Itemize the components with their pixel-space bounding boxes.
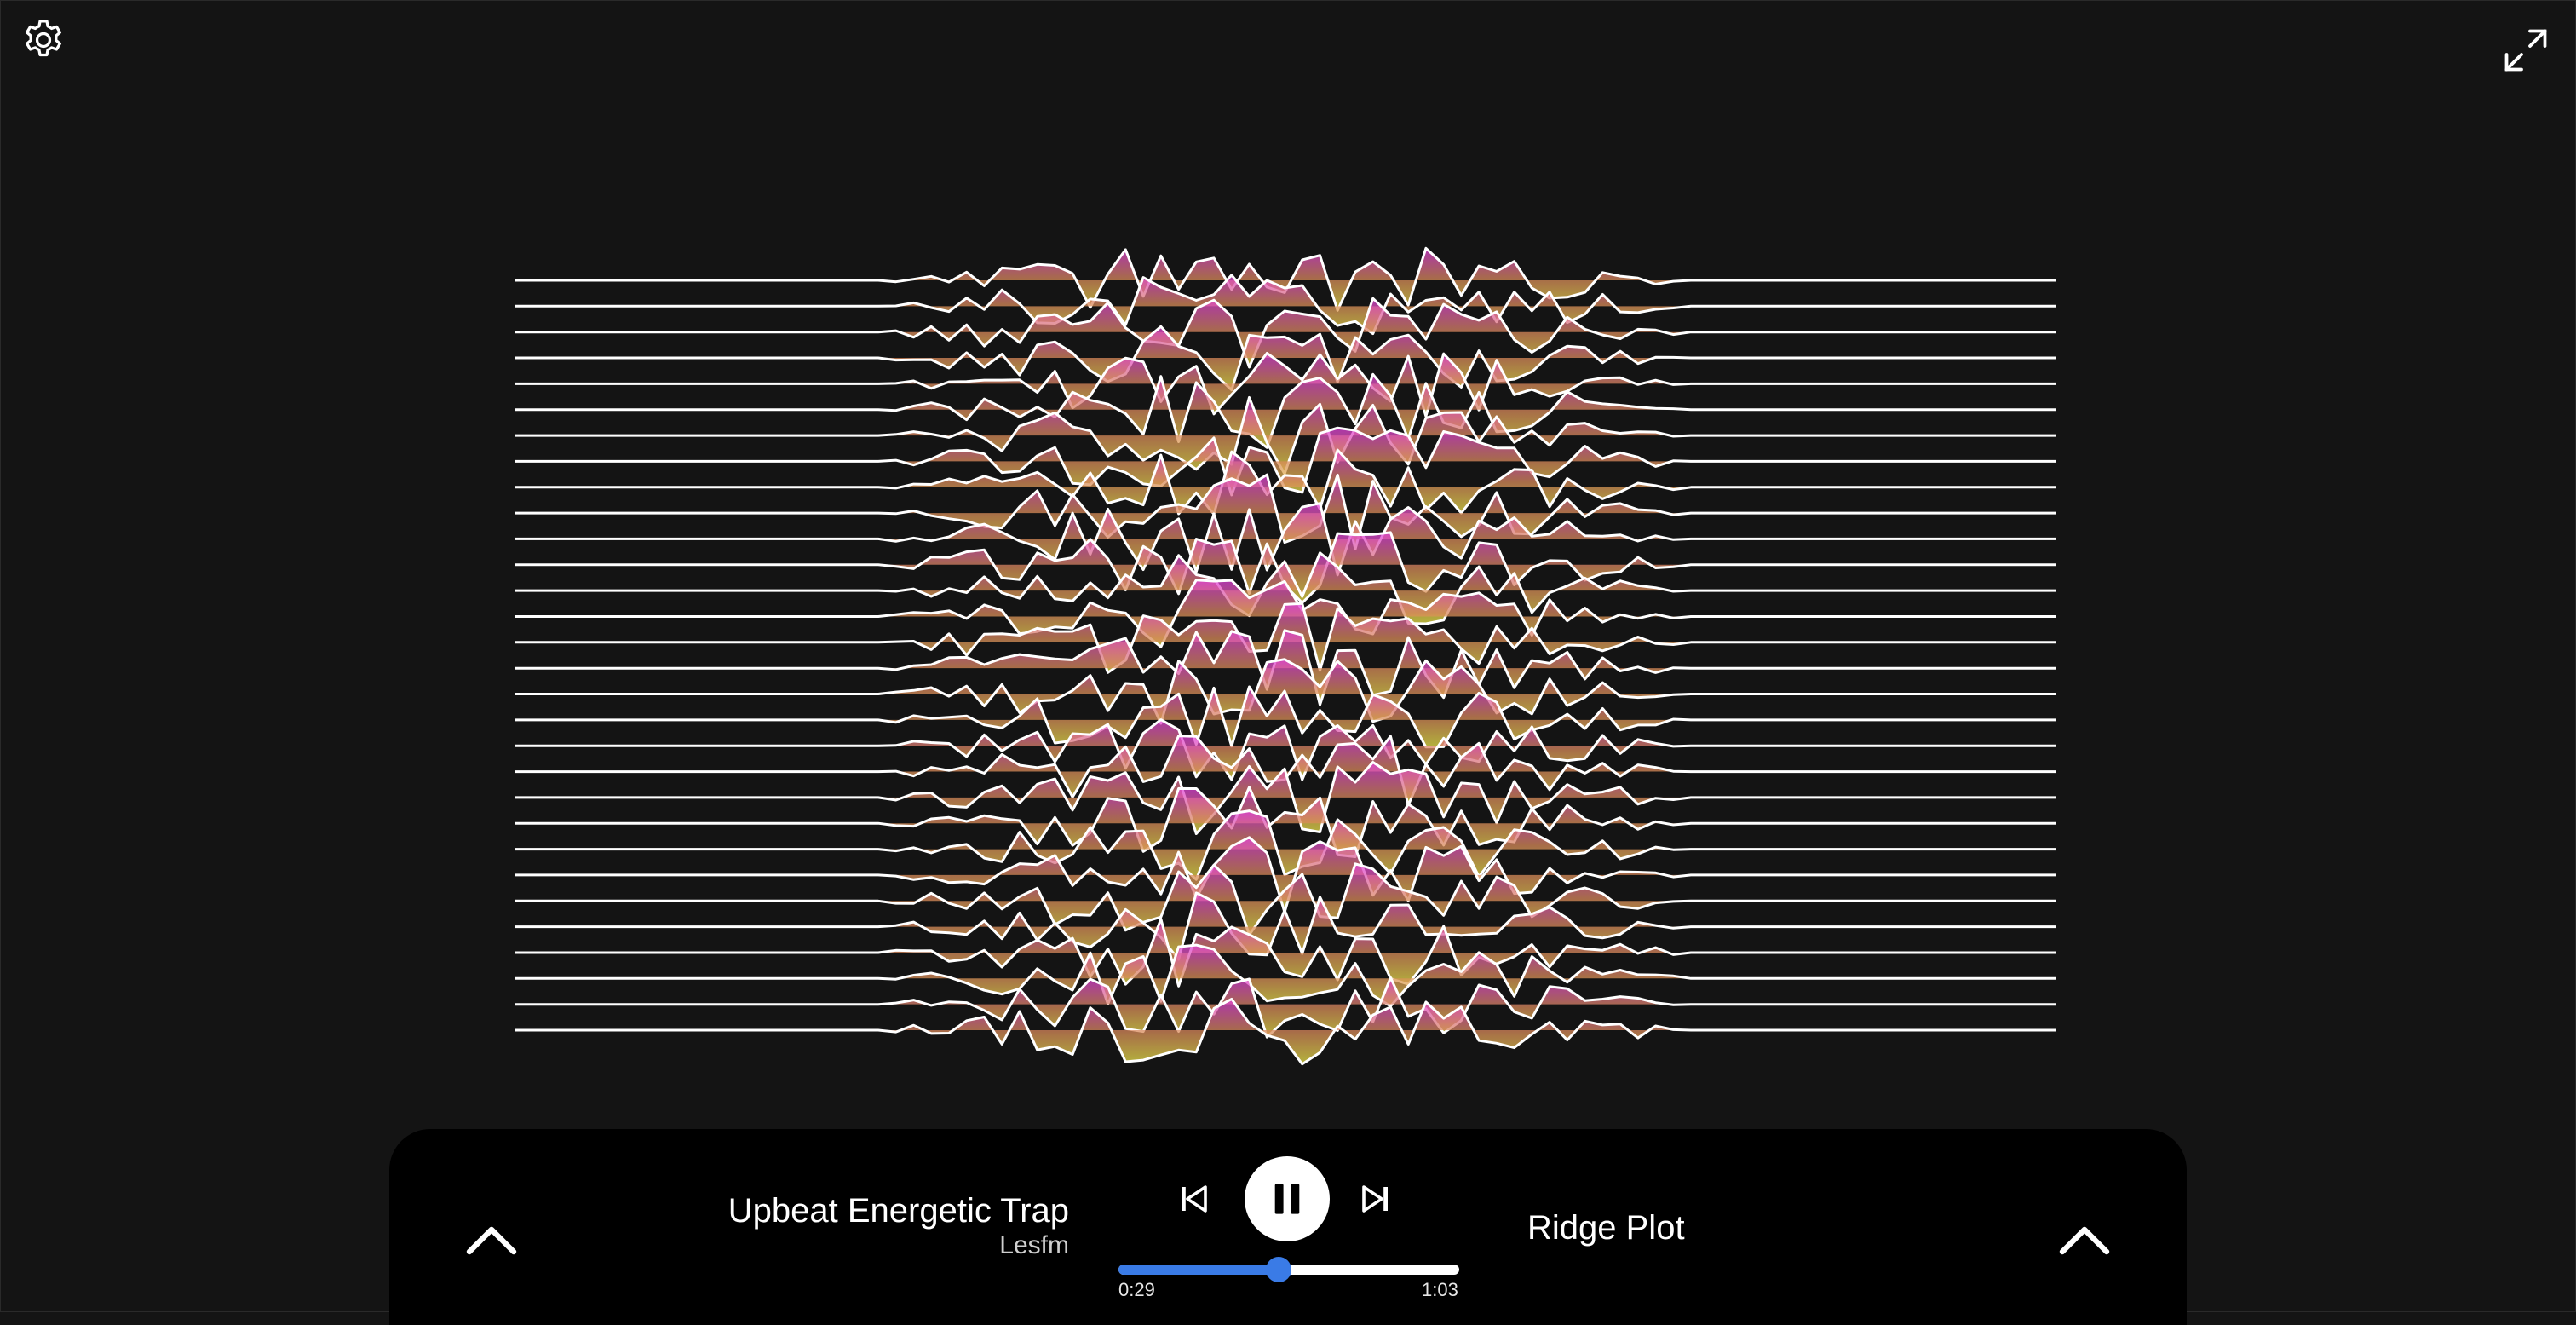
ridge-plot-visualizer [515, 246, 2056, 1066]
chevron-up-icon [466, 1226, 517, 1255]
skip-previous-icon [1182, 1185, 1207, 1213]
fullscreen-button[interactable] [2498, 23, 2553, 78]
seek-thumb[interactable] [1266, 1257, 1291, 1282]
player-bar: Upbeat Energetic Trap Lesfm 0:29 1:03 Ri… [389, 1129, 2187, 1325]
next-track-button[interactable] [1352, 1175, 1400, 1223]
collapse-right-button[interactable] [2050, 1214, 2119, 1265]
visualizer-name: Ridge Plot [1527, 1209, 1685, 1247]
track-artist: Lesfm [999, 1231, 1069, 1259]
gear-icon [26, 20, 62, 57]
chevron-up-icon [2059, 1226, 2110, 1255]
total-time: 1:03 [1422, 1279, 1458, 1300]
seek-progress [1118, 1265, 1279, 1275]
track-title: Upbeat Energetic Trap [727, 1192, 1069, 1230]
collapse-left-button[interactable] [457, 1214, 526, 1265]
settings-button[interactable] [16, 13, 71, 67]
expand-icon [2504, 29, 2547, 72]
ridge-line [515, 917, 2056, 988]
skip-next-icon [1362, 1185, 1388, 1213]
seek-slider[interactable] [1118, 1257, 1459, 1282]
pause-button[interactable] [1245, 1156, 1330, 1241]
pause-icon [1274, 1184, 1300, 1214]
current-time: 0:29 [1118, 1279, 1155, 1300]
previous-track-button[interactable] [1170, 1175, 1217, 1223]
app-window: Upbeat Energetic Trap Lesfm 0:29 1:03 Ri… [0, 0, 2576, 1325]
